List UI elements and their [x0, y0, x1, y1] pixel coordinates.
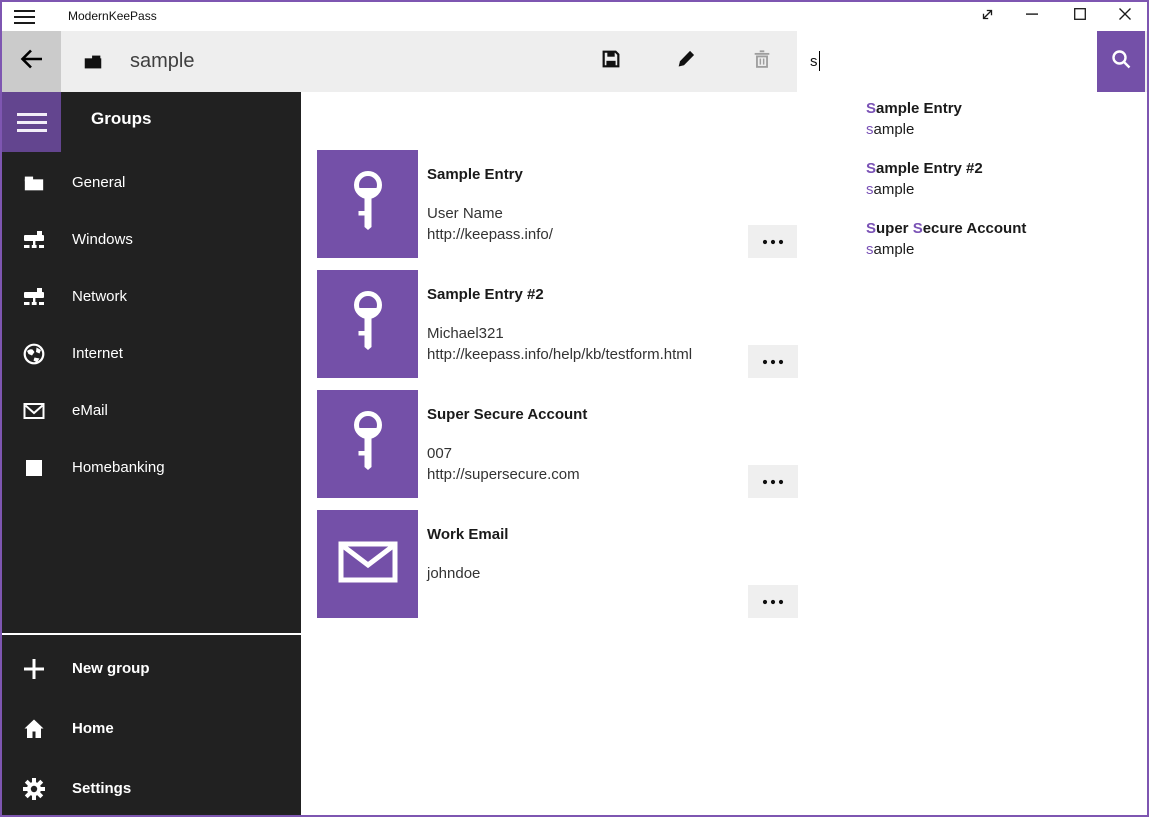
ellipsis-icon: [760, 353, 786, 371]
save-button[interactable]: [586, 31, 636, 92]
more-button[interactable]: [748, 345, 798, 378]
square-icon: [22, 439, 46, 496]
back-button[interactable]: [2, 31, 61, 92]
network-icon: [22, 268, 46, 325]
sidebar-item-internet[interactable]: Internet: [2, 325, 301, 382]
save-icon: [600, 48, 622, 75]
sidebar-item-label: eMail: [72, 382, 108, 439]
entry-tile[interactable]: [317, 390, 418, 498]
sidebar-item-label: Home: [72, 700, 114, 757]
command-bar: sample s: [2, 31, 1147, 92]
suggestion-title: Super Secure Account: [866, 220, 1026, 237]
fullscreen-button[interactable]: [964, 2, 1010, 31]
magnifier-icon: [1109, 47, 1133, 76]
entry-username: 007: [427, 445, 452, 462]
sidebar-item-label: New group: [72, 640, 150, 697]
suggestion-sample-entry-2[interactable]: Sample Entry #2 sample: [797, 152, 1147, 212]
sidebar-divider: [2, 633, 301, 635]
suggestion-subtitle: sample: [866, 121, 914, 138]
mail-icon: [337, 538, 399, 591]
entry-url: http://supersecure.com: [427, 466, 580, 483]
gear-icon: [22, 760, 46, 817]
maximize-icon: [1073, 7, 1087, 26]
suggestion-subtitle: sample: [866, 181, 914, 198]
titlebar: ModernKeePass: [2, 2, 1147, 31]
suggestion-title: Sample Entry: [866, 100, 962, 117]
entry-super-secure-account[interactable]: Super Secure Account 007 http://supersec…: [317, 390, 1127, 510]
entry-title: Sample Entry #2: [427, 286, 544, 303]
edit-pencil-icon: [675, 48, 697, 75]
suggestion-title: Sample Entry #2: [866, 160, 983, 177]
entry-tile[interactable]: [317, 150, 418, 258]
key-icon: [344, 289, 392, 360]
more-button[interactable]: [748, 585, 798, 618]
suggestion-super-secure-account[interactable]: Super Secure Account sample: [797, 212, 1147, 272]
globe-icon: [22, 325, 46, 382]
suggestion-sample-entry[interactable]: Sample Entry sample: [797, 92, 1147, 152]
sidebar-item-windows[interactable]: Windows: [2, 211, 301, 268]
maximize-button[interactable]: [1057, 2, 1103, 31]
plus-icon: [22, 640, 46, 697]
back-arrow-icon: [19, 46, 45, 77]
more-button[interactable]: [748, 225, 798, 258]
sidebar-item-label: Homebanking: [72, 439, 165, 496]
sidebar-item-settings[interactable]: Settings: [2, 760, 301, 817]
close-button[interactable]: [1102, 2, 1148, 31]
fullscreen-icon: [980, 7, 995, 27]
sidebar-item-label: Windows: [72, 211, 133, 268]
sidebar: Groups General Windows Network Internet: [2, 92, 301, 815]
sidebar-item-email[interactable]: eMail: [2, 382, 301, 439]
minimize-button[interactable]: [1009, 2, 1055, 31]
database-folder-icon: [82, 31, 104, 92]
entry-url: http://keepass.info/help/kb/testform.htm…: [427, 346, 692, 363]
sidebar-item-general[interactable]: General: [2, 154, 301, 211]
search-query: s: [810, 53, 818, 70]
sidebar-item-home[interactable]: Home: [2, 700, 301, 757]
search-input[interactable]: s: [797, 31, 1097, 92]
key-icon: [344, 409, 392, 480]
entry-title: Super Secure Account: [427, 406, 587, 423]
home-icon: [22, 700, 46, 757]
entry-title: Sample Entry: [427, 166, 523, 183]
sidebar-item-label: Network: [72, 268, 127, 325]
titlebar-hamburger-icon[interactable]: [14, 2, 38, 31]
minimize-icon: [1025, 7, 1039, 26]
app-window: ModernKeePass: [0, 0, 1149, 817]
sidebar-item-label: General: [72, 154, 125, 211]
network-icon: [22, 211, 46, 268]
entry-username: Michael321: [427, 325, 504, 342]
key-icon: [344, 169, 392, 240]
edit-button[interactable]: [661, 31, 711, 92]
ellipsis-icon: [760, 593, 786, 611]
text-caret: [819, 51, 821, 71]
database-title: sample: [130, 31, 194, 92]
entry-url: http://keepass.info/: [427, 226, 553, 243]
search-suggestions-dropdown: Sample Entry sample Sample Entry #2 samp…: [797, 92, 1147, 292]
groups-heading: Groups: [91, 109, 151, 129]
sidebar-item-new-group[interactable]: New group: [2, 640, 301, 697]
entry-username: johndoe: [427, 565, 480, 582]
entry-work-email[interactable]: Work Email johndoe: [317, 510, 1127, 630]
entry-tile[interactable]: [317, 270, 418, 378]
ellipsis-icon: [760, 233, 786, 251]
entry-title: Work Email: [427, 526, 508, 543]
more-button[interactable]: [748, 465, 798, 498]
delete-button[interactable]: [737, 31, 787, 92]
pane-hamburger-button[interactable]: [2, 92, 61, 152]
sidebar-item-network[interactable]: Network: [2, 268, 301, 325]
sidebar-item-label: Internet: [72, 325, 123, 382]
app-title: ModernKeePass: [68, 2, 157, 31]
close-icon: [1118, 7, 1132, 26]
suggestion-subtitle: sample: [866, 241, 914, 258]
entry-username: User Name: [427, 205, 503, 222]
ellipsis-icon: [760, 473, 786, 491]
search-button[interactable]: [1097, 31, 1145, 92]
folder-icon: [22, 154, 46, 211]
trash-icon: [751, 48, 773, 75]
entry-tile[interactable]: [317, 510, 418, 618]
sidebar-item-homebanking[interactable]: Homebanking: [2, 439, 301, 496]
sidebar-item-label: Settings: [72, 760, 131, 817]
envelope-icon: [22, 382, 46, 439]
